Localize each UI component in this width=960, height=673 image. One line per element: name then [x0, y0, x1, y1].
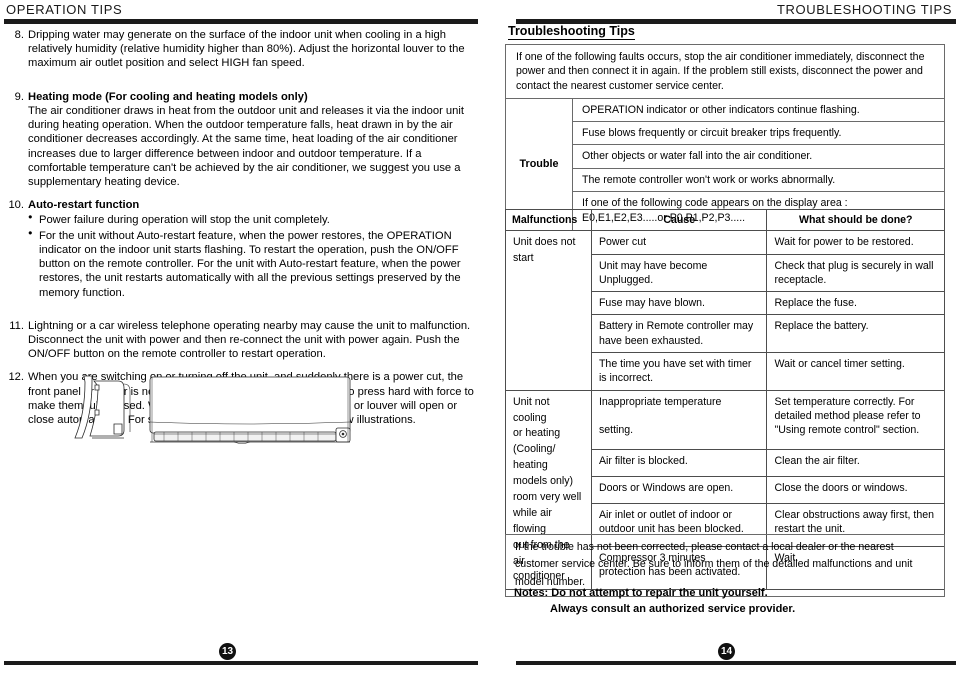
table-row: Unit does not start Power cut Wait for p…	[505, 230, 945, 391]
cause-cell: Inappropriate temperature setting.	[590, 389, 768, 451]
notes-block: Notes: Do not attempt to repair the unit…	[514, 586, 944, 618]
action-cell: Wait for power to be restored.	[766, 230, 945, 255]
manual-page: OPERATION TIPS 8. Dripping water may gen…	[0, 0, 960, 673]
cause-cell: Power cut	[590, 230, 768, 255]
item-number: 12.	[8, 371, 24, 384]
item-number: 11.	[9, 319, 24, 332]
footer-rule-right	[516, 661, 956, 665]
table-header: Malfunctions Cause What should be done?	[505, 208, 945, 232]
list-item: 11. Lightning or a car wireless telephon…	[8, 319, 478, 362]
cause-cell: The time you have set with timer is inco…	[590, 352, 768, 391]
item-number: 10.	[8, 199, 24, 212]
list-item: 9. Heating mode (For cooling and heating…	[8, 90, 478, 190]
page-number-badge: 14	[718, 643, 735, 660]
malfunction-cell: Unit does not start	[505, 230, 592, 391]
list-item: 8. Dripping water may generate on the su…	[8, 28, 478, 71]
indoor-unit-svg	[74, 375, 351, 444]
list-item: 10. Auto-restart function Power failure …	[8, 198, 478, 300]
item-text: The air conditioner draws in heat from t…	[28, 104, 464, 188]
front-view-icon	[149, 376, 351, 444]
header-rule-left	[4, 19, 478, 24]
item-text: Lightning or a car wireless telephone op…	[28, 319, 471, 361]
side-view-icon	[74, 375, 131, 439]
item-heading: Heating mode (For cooling and heating mo…	[28, 90, 308, 103]
action-cell: Close the doors or windows.	[766, 476, 945, 504]
cause-cell: Air filter is blocked.	[590, 449, 768, 478]
page-number-badge: 13	[219, 643, 236, 660]
bullet-item: For the unit without Auto-restart featur…	[28, 228, 478, 300]
running-head-operation-tips: OPERATION TIPS	[6, 2, 123, 17]
notes-line-1: Notes: Do not attempt to repair the unit…	[514, 587, 768, 599]
action-cell: Clean the air filter.	[766, 449, 945, 478]
item-body: Heating mode (For cooling and heating mo…	[28, 90, 478, 190]
cause-cell: Fuse may have blown.	[590, 291, 768, 316]
table-header-row: Malfunctions Cause What should be done?	[505, 208, 945, 232]
action-cell: Replace the fuse.	[766, 291, 945, 316]
col-header-cause: Cause	[590, 208, 768, 232]
trouble-row: The remote controller won't work or work…	[573, 169, 944, 193]
trouble-box: If one of the following faults occurs, s…	[505, 44, 945, 231]
section-title: Troubleshooting Tips	[508, 24, 635, 40]
item-number: 8.	[14, 29, 24, 41]
item-text: Dripping water may generate on the surfa…	[28, 29, 465, 70]
bullet-item: Power failure during operation will stop…	[28, 212, 478, 227]
bullet-list: Power failure during operation will stop…	[28, 212, 478, 300]
troubleshooting-section: Troubleshooting Tips If one of the follo…	[490, 0, 960, 673]
cause-cell: Doors or Windows are open.	[590, 476, 768, 504]
trouble-row: Other objects or water fall into the air…	[573, 145, 944, 169]
indoor-unit-illustration	[62, 372, 362, 482]
action-cell: Set temperature correctly. For detailed …	[766, 389, 945, 451]
col-header-action: What should be done?	[766, 208, 945, 232]
cause-cell: Battery in Remote controller may have be…	[590, 314, 768, 354]
action-cell: Wait or cancel timer setting.	[766, 352, 945, 391]
notes-line-2: Always consult an authorized service pro…	[550, 602, 796, 615]
action-cell: Check that plug is securely in wall rece…	[766, 253, 945, 293]
footer-rule-left	[4, 661, 478, 665]
trouble-intro: If one of the following faults occurs, s…	[506, 45, 944, 99]
item-heading: Auto-restart function	[28, 199, 140, 212]
item-number: 9.	[14, 90, 24, 103]
col-header-malfunctions: Malfunctions	[505, 208, 592, 232]
item-body: Auto-restart function Power failure duri…	[28, 198, 478, 300]
left-column: OPERATION TIPS 8. Dripping water may gen…	[0, 0, 490, 673]
trouble-row: Fuse blows frequently or circuit breaker…	[573, 122, 944, 146]
trouble-row: OPERATION indicator or other indicators …	[573, 99, 944, 123]
action-cell: Replace the battery.	[766, 314, 945, 354]
cause-cell: Unit may have become Unplugged.	[590, 253, 768, 293]
table-row: Unit not cooling or heating (Cooling/ he…	[505, 389, 945, 591]
